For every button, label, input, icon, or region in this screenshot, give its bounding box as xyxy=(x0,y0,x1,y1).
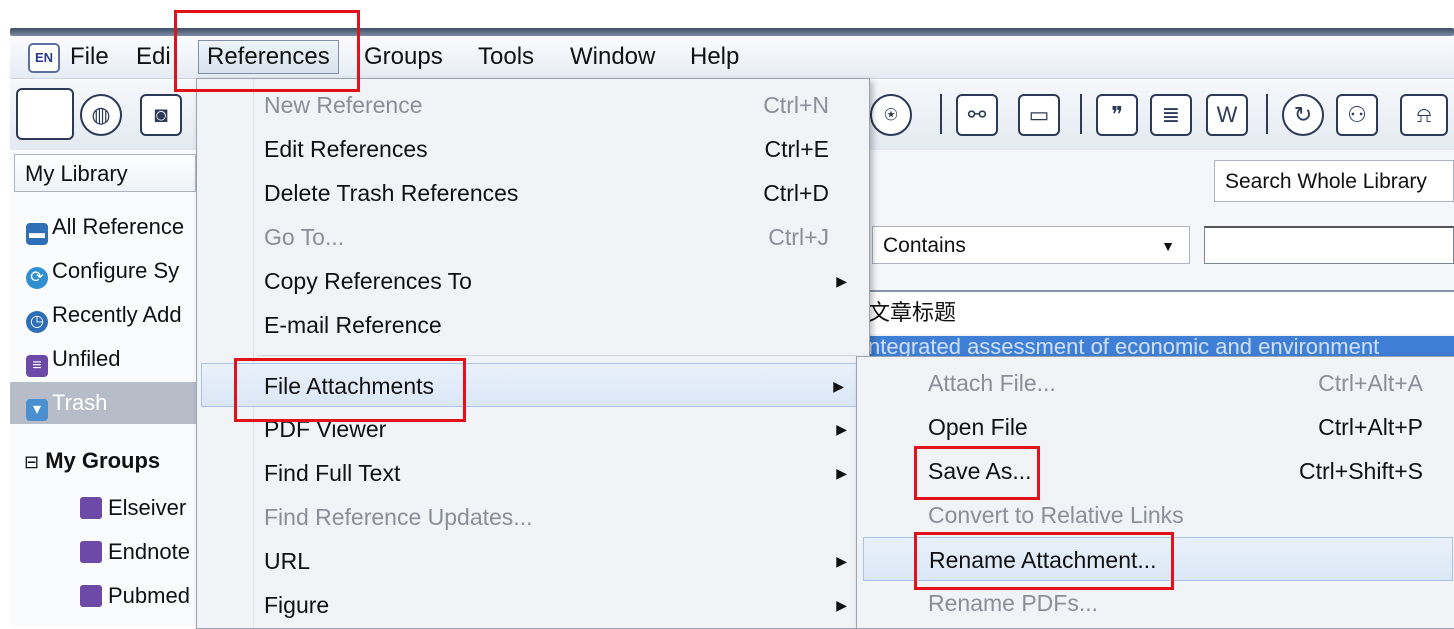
menu-item-open-file[interactable]: Open File Ctrl+Alt+P xyxy=(857,405,1454,449)
menu-item-copy-references-to[interactable]: Copy References To ▶ xyxy=(197,259,869,303)
notifications-icon[interactable]: ⍾ xyxy=(1400,94,1448,136)
selected-reference-row[interactable]: ntegrated assessment of economic and env… xyxy=(852,336,1454,358)
submenu-arrow-icon: ▶ xyxy=(836,597,847,613)
trash-icon: ▾ xyxy=(26,399,48,421)
search-operator-select[interactable]: Contains ▼ xyxy=(872,226,1190,264)
menu-groups[interactable]: Groups xyxy=(356,40,451,74)
menu-separator xyxy=(257,355,857,356)
submenu-arrow-icon: ▶ xyxy=(836,273,847,289)
toolbar-separator xyxy=(940,94,942,134)
menu-item-url[interactable]: URL ▶ xyxy=(197,539,869,583)
annotation-box-file-attachments xyxy=(234,358,466,422)
library-dropdown[interactable]: My Library xyxy=(14,154,196,192)
unfiled-icon: ≡ xyxy=(26,355,48,377)
annotation-box-save-as xyxy=(914,446,1040,500)
menu-window[interactable]: Window xyxy=(562,40,663,74)
menu-item-edit-references[interactable]: Edit References Ctrl+E xyxy=(197,127,869,171)
group-icon xyxy=(80,585,102,607)
toolbar-separator xyxy=(1080,94,1082,134)
group-item[interactable]: Pubmed xyxy=(10,574,196,618)
collapse-toggle-icon[interactable]: ⊟ xyxy=(24,452,39,472)
menu-item-email-reference[interactable]: E-mail Reference xyxy=(197,303,869,347)
sync-icon[interactable]: ↻ xyxy=(1282,94,1324,136)
folder-icon[interactable]: ▭ xyxy=(1018,94,1060,136)
group-configure-sync[interactable]: ⟳ Configure Sy xyxy=(10,250,196,292)
submenu-arrow-icon: ▶ xyxy=(836,465,847,481)
link-icon[interactable]: ⚯ xyxy=(956,94,998,136)
column-header-title[interactable]: 文章标题 xyxy=(852,290,1454,334)
group-item[interactable]: Endnote xyxy=(10,530,196,574)
group-trash[interactable]: ▾ Trash xyxy=(10,382,196,424)
clock-icon: ◷ xyxy=(26,311,48,333)
my-groups-header[interactable]: ⊟ My Groups xyxy=(10,440,196,482)
group-icon xyxy=(80,541,102,563)
search-input[interactable] xyxy=(1204,226,1454,264)
annotation-box-references xyxy=(174,10,360,92)
search-scope-dropdown[interactable]: Search Whole Library xyxy=(1214,160,1454,202)
submenu-arrow-icon: ▶ xyxy=(836,421,847,437)
menu-file[interactable]: File xyxy=(62,40,117,74)
format-bibliography-icon[interactable]: ≣ xyxy=(1150,94,1192,136)
integrated-library-mode-icon[interactable]: ◙ xyxy=(140,94,182,136)
group-recently-added[interactable]: ◷ Recently Add xyxy=(10,294,196,336)
group-all-references[interactable]: ▬ All Reference xyxy=(10,206,196,248)
menu-edit[interactable]: Edi xyxy=(128,40,179,74)
submenu-arrow-icon: ▶ xyxy=(836,553,847,569)
share-user-icon[interactable]: ⚇ xyxy=(1336,94,1378,136)
local-library-mode-icon[interactable] xyxy=(16,88,74,140)
annotation-box-rename-attachment xyxy=(914,532,1174,590)
insert-citation-icon[interactable]: ❞ xyxy=(1096,94,1138,136)
menu-help[interactable]: Help xyxy=(682,40,747,74)
group-unfiled[interactable]: ≡ Unfiled xyxy=(10,338,196,380)
endnote-app-icon[interactable]: EN xyxy=(28,43,60,73)
word-icon[interactable]: W xyxy=(1206,94,1248,136)
menu-item-find-full-text[interactable]: Find Full Text ▶ xyxy=(197,451,869,495)
sync-icon: ⟳ xyxy=(26,267,48,289)
online-search-mode-icon[interactable]: ◍ xyxy=(80,94,122,136)
submenu-arrow-icon: ▶ xyxy=(833,378,844,394)
all-references-icon: ▬ xyxy=(26,223,48,245)
pdf-icon[interactable]: ⍟ xyxy=(870,94,912,136)
menu-item-attach-file[interactable]: Attach File... Ctrl+Alt+A xyxy=(857,361,1454,405)
references-menu: New Reference Ctrl+N Edit References Ctrl+… xyxy=(196,78,870,629)
menu-item-find-reference-updates[interactable]: Find Reference Updates... xyxy=(197,495,869,539)
menu-item-figure[interactable]: Figure ▶ xyxy=(197,583,869,627)
group-icon xyxy=(80,497,102,519)
toolbar-separator xyxy=(1266,94,1268,134)
groups-pane: My Library ▬ All Reference ⟳ Configure Sy … xyxy=(10,150,197,627)
chevron-down-icon: ▼ xyxy=(1161,238,1175,254)
menu-tools[interactable]: Tools xyxy=(470,40,542,74)
menu-item-delete-trash-references[interactable]: Delete Trash References Ctrl+D xyxy=(197,171,869,215)
group-item[interactable]: Elseiver xyxy=(10,486,196,530)
menu-item-go-to[interactable]: Go To... Ctrl+J xyxy=(197,215,869,259)
